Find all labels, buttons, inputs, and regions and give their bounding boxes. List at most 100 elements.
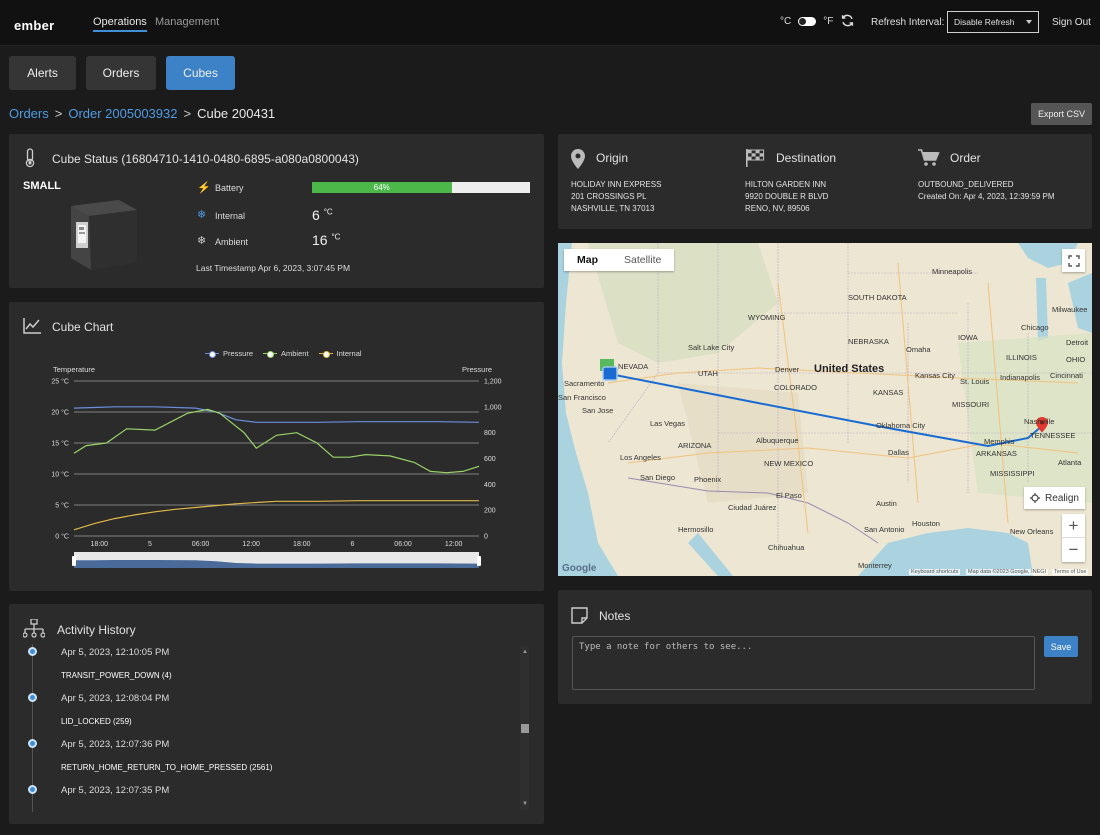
y-right-tick-label: 0 <box>484 534 488 541</box>
map-city-label: St. Louis <box>960 377 990 386</box>
scroll-up-icon[interactable]: ▲ <box>521 648 529 656</box>
activity-history-panel: Activity History Apr 5, 2023, 12:10:05 P… <box>9 604 544 824</box>
x-tick-label: 06:00 <box>394 541 412 548</box>
timeline-dot <box>28 785 37 794</box>
brand-logo[interactable]: ember <box>14 18 55 33</box>
order-status: OUTBOUND_DELIVERED <box>918 180 1014 189</box>
breadcrumb-separator: > <box>54 106 63 121</box>
note-icon <box>571 607 588 624</box>
timeline-icon <box>23 619 45 638</box>
destination-line: RENO, NV, 89506 <box>745 204 810 213</box>
map-state-label: ARKANSAS <box>976 449 1017 458</box>
map-city-label: San Diego <box>640 473 676 482</box>
export-csv-button[interactable]: Export CSV <box>1031 103 1092 125</box>
sign-out-link[interactable]: Sign Out <box>1052 17 1091 28</box>
y-left-tick-label: 25 °C <box>51 378 69 386</box>
x-tick-label: 06:00 <box>192 541 210 548</box>
tab-cubes[interactable]: Cubes <box>166 56 235 90</box>
map-city-label: Chihuahua <box>768 543 805 552</box>
map-city-label: San Jose <box>582 406 614 415</box>
map-state-label: SOUTH DAKOTA <box>848 293 907 302</box>
fullscreen-button[interactable] <box>1062 249 1085 272</box>
map-city-label: Memphis <box>984 437 1015 446</box>
origin-line: HOLIDAY INN EXPRESS <box>571 180 662 189</box>
breadcrumb-orders[interactable]: Orders <box>9 106 49 121</box>
legend-label-pressure[interactable]: Pressure <box>223 349 253 358</box>
activity-event: RETURN_HOME_RETURN_TO_HOME_PRESSED (2561… <box>61 763 273 772</box>
activity-scrollbar[interactable]: ▲ ▼ <box>520 646 529 810</box>
map-state-label: NEVADA <box>618 362 649 371</box>
chevron-down-icon <box>1026 20 1032 24</box>
map-tab-map[interactable]: Map <box>564 249 611 271</box>
crosshair-icon <box>1030 493 1041 503</box>
map-city-label: Sacramento <box>564 379 605 388</box>
y-right-tick-label: 800 <box>484 430 496 437</box>
map-tab-satellite[interactable]: Satellite <box>611 249 674 271</box>
y-left-tick-label: 20 °C <box>51 409 69 417</box>
terms-of-use-link[interactable]: Terms of Use <box>1052 569 1089 575</box>
activity-event: TRANSIT_POWER_DOWN (4) <box>61 671 172 680</box>
map-city-label: San Antonio <box>864 525 905 534</box>
cube-status-title: Cube Status (16804710-1410-0480-6895-a08… <box>52 152 359 166</box>
cube-size-label: SMALL <box>23 180 61 192</box>
cube-line-chart[interactable]: Temperature Pressure 0 °C 5 °C 10 °C 15 °C 20 … <box>9 360 544 575</box>
route-map[interactable]: United States Minneapolis Chicago Milwau… <box>558 243 1092 576</box>
scroll-thumb[interactable] <box>521 724 529 733</box>
lightning-icon: ⚡ <box>197 182 211 194</box>
chart-legend: Pressure Ambient Internal <box>205 349 362 358</box>
destination-title: Destination <box>776 151 837 165</box>
zoom-in-button[interactable]: + <box>1062 514 1085 538</box>
destination-marker <box>602 366 618 381</box>
activity-time: Apr 5, 2023, 12:08:04 PM <box>61 693 170 704</box>
activity-time: Apr 5, 2023, 12:07:35 PM <box>61 785 170 796</box>
keyboard-shortcuts-link[interactable]: Keyboard shortcuts <box>909 569 961 575</box>
unit-switch[interactable] <box>798 17 817 26</box>
nav-operations[interactable]: Operations <box>93 16 147 32</box>
refresh-interval-select[interactable]: Disable Refresh <box>947 11 1039 33</box>
tab-alerts[interactable]: Alerts <box>9 56 76 90</box>
y-axis-left-title: Temperature <box>53 365 95 374</box>
y-right-tick-label: 200 <box>484 508 496 515</box>
line-chart-icon <box>23 318 41 334</box>
realign-button[interactable]: Realign <box>1024 487 1085 509</box>
refresh-interval-label: Refresh Interval: <box>871 17 945 28</box>
battery-bar: 64% <box>312 182 530 193</box>
map-city-label: Atlanta <box>1058 458 1082 467</box>
fahrenheit-label: °F <box>823 16 834 27</box>
legend-label-ambient[interactable]: Ambient <box>281 349 309 358</box>
origin-line: NASHVILLE, TN 37013 <box>571 204 655 213</box>
map-city-label: Detroit <box>1066 338 1089 347</box>
zoom-controls: + − <box>1062 514 1085 562</box>
map-city-label: Los Angeles <box>620 453 661 462</box>
map-state-label: NEBRASKA <box>848 337 889 346</box>
map-city-label: El Paso <box>776 491 802 500</box>
map-city-label: Austin <box>876 499 897 508</box>
shopping-cart-icon <box>918 149 940 166</box>
zoom-out-button[interactable]: − <box>1062 538 1085 562</box>
google-logo[interactable]: Google <box>562 563 596 574</box>
tab-orders[interactable]: Orders <box>86 56 156 90</box>
timeline-dot <box>28 693 37 702</box>
activity-list[interactable]: Apr 5, 2023, 12:10:05 PM TRANSIT_POWER_D… <box>23 644 523 812</box>
refresh-icon[interactable] <box>841 14 854 30</box>
scroll-down-icon[interactable]: ▼ <box>521 800 529 808</box>
range-slider-handle-left <box>72 556 76 566</box>
legend-swatch-ambient <box>263 350 278 358</box>
map-state-label: UTAH <box>698 369 718 378</box>
y-left-tick-label: 15 °C <box>51 440 69 448</box>
notes-input[interactable] <box>572 636 1035 690</box>
nav-management[interactable]: Management <box>155 16 219 28</box>
save-note-button[interactable]: Save <box>1044 636 1078 657</box>
map-data-attribution: Map data ©2023 Google, INEGI <box>966 569 1049 575</box>
series-line-pressure <box>73 406 480 423</box>
legend-label-internal[interactable]: Internal <box>337 349 362 358</box>
breadcrumb-order[interactable]: Order 2005003932 <box>68 106 177 121</box>
y-left-tick-label: 0 °C <box>55 533 69 541</box>
cube-device-image <box>71 200 137 270</box>
battery-fill: 64% <box>312 182 452 193</box>
map-type-toggle: Map Satellite <box>564 249 675 271</box>
map-city-label: Indianapolis <box>1000 373 1041 382</box>
origin-line: 201 CROSSINGS PL <box>571 192 647 201</box>
last-timestamp: Last Timestamp Apr 6, 2023, 3:07:45 PM <box>196 263 351 273</box>
map-state-label: MISSISSIPPI <box>990 469 1035 478</box>
